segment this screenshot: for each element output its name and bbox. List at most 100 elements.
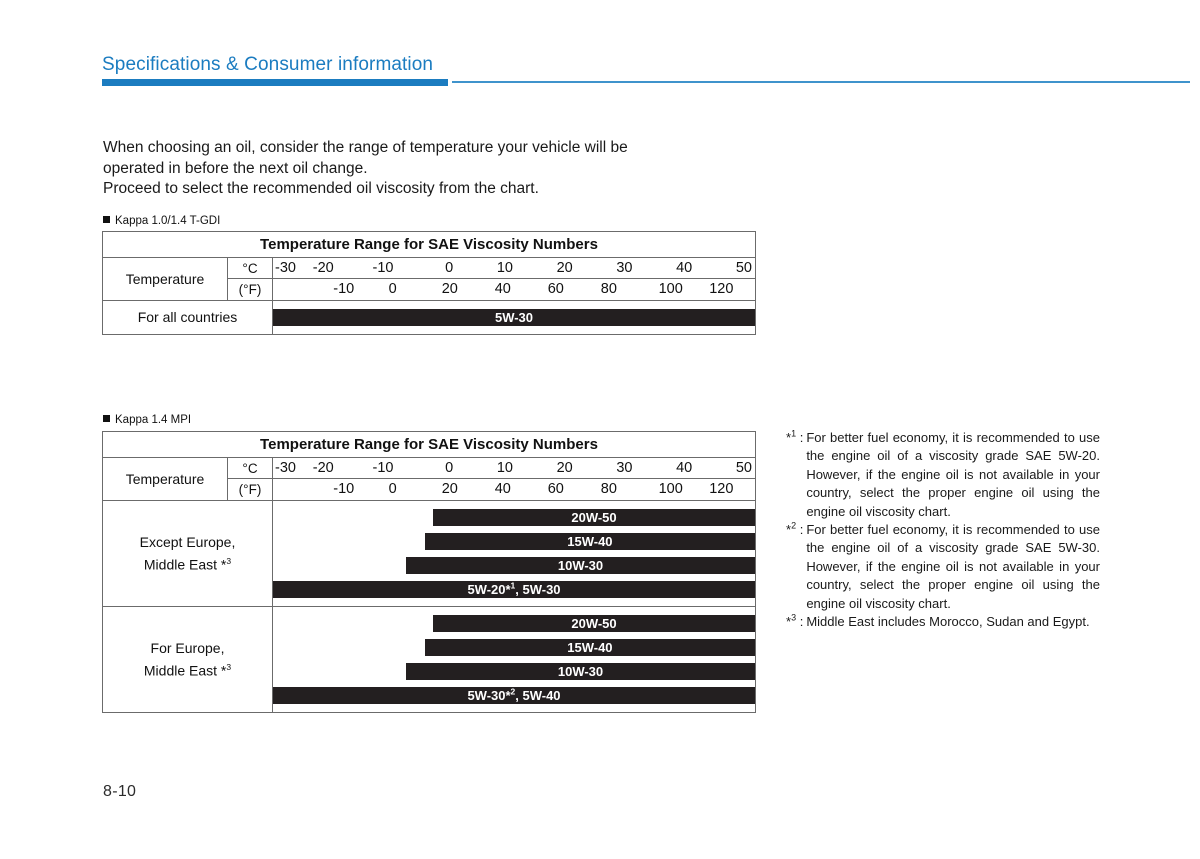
- section-caption-tgdi-label: Kappa 1.0/1.4 T-GDI: [115, 215, 221, 227]
- viscosity-table-tgdi: Temperature Range for SAE Viscosity Numb…: [102, 231, 756, 335]
- celsius-tick: -30: [275, 260, 296, 276]
- viscosity-band-chart: 20W-50 15W-40 10W-30 5W-20*1, 5W-30: [273, 501, 755, 606]
- viscosity-bar-label: 10W-30: [557, 558, 604, 573]
- footnote-item: *3 : Middle East includes Morocco, Sudan …: [786, 613, 1100, 631]
- viscosity-bar: 5W-30*2, 5W-40: [273, 687, 755, 704]
- intro-line-2: operated in before the next oil change.: [103, 159, 368, 177]
- footnote-item: *1 : For better fuel economy, it is recom…: [786, 429, 1100, 521]
- header-rule-thin: [452, 81, 1190, 83]
- viscosity-bar-label: 20W-50: [571, 616, 617, 631]
- viscosity-band-label-line: For all countries: [137, 309, 238, 325]
- celsius-tick: 30: [616, 460, 633, 476]
- footnote-text: Middle East includes Morocco, Sudan and …: [806, 614, 1090, 630]
- tick-columns: -30 -20 -10 0 10 20 30 40 50 -10 0 20 40 60 80 100 120: [273, 258, 755, 300]
- section-caption-mpi-label: Kappa 1.4 MPI: [115, 414, 192, 426]
- viscosity-bar: 5W-30: [273, 309, 755, 326]
- viscosity-table-title: Temperature Range for SAE Viscosity Numb…: [103, 432, 755, 458]
- celsius-tick: 10: [496, 460, 513, 476]
- footnote-text: For better fuel economy, it is recommend…: [806, 522, 1100, 611]
- fahrenheit-tick: 80: [600, 281, 617, 297]
- unit-celsius: °C: [228, 258, 272, 279]
- viscosity-band-row: Except Europe, Middle East *3 20W-50 15W-40…: [103, 501, 755, 606]
- celsius-tick-row: -30 -20 -10 0 10 20 30 40 50: [273, 458, 755, 479]
- celsius-tick: 10: [496, 260, 513, 276]
- celsius-tick: 0: [445, 260, 454, 276]
- celsius-tick: -10: [372, 460, 394, 476]
- footnotes-list: *1 : For better fuel economy, it is recom…: [786, 429, 1100, 631]
- celsius-tick: 30: [616, 260, 633, 276]
- header-rule-thick: [102, 79, 448, 86]
- footnote-item: *2 : For better fuel economy, it is recom…: [786, 521, 1100, 613]
- fahrenheit-tick: 120: [709, 281, 734, 297]
- temperature-scale-row: Temperature °C (°F) -30 -20 -10 0 10 20 30 40 50…: [103, 258, 755, 301]
- footnote-marker: *3 :: [786, 612, 804, 630]
- header-rule: [102, 79, 1190, 87]
- viscosity-band-label-line: For Europe,: [150, 639, 225, 656]
- fahrenheit-tick: 100: [658, 281, 683, 297]
- fahrenheit-tick: 40: [494, 481, 511, 497]
- temperature-scale-row: Temperature °C (°F) -30 -20 -10 0 10 20 30 40 50…: [103, 458, 755, 501]
- celsius-tick: 40: [676, 260, 693, 276]
- unit-column: °C (°F): [228, 258, 273, 300]
- fahrenheit-tick: 80: [600, 481, 617, 497]
- viscosity-bar: 15W-40: [424, 639, 755, 656]
- viscosity-bar-label: 5W-30: [494, 310, 534, 325]
- fahrenheit-tick: -10: [333, 481, 355, 497]
- viscosity-bands-tgdi: For all countries 5W-30: [103, 301, 755, 334]
- viscosity-bar-label: 20W-50: [571, 510, 617, 525]
- fahrenheit-tick-row: -10 0 20 40 60 80 100 120: [273, 279, 755, 300]
- fahrenheit-tick: 60: [547, 281, 564, 297]
- viscosity-band-chart: 20W-50 15W-40 10W-30 5W-30*2, 5W-40: [273, 607, 755, 712]
- unit-fahrenheit: (°F): [238, 482, 262, 497]
- celsius-tick: 20: [556, 260, 573, 276]
- viscosity-band-label: For Europe, Middle East *3: [103, 607, 273, 712]
- celsius-tick: -20: [312, 460, 334, 476]
- unit-column: °C (°F): [228, 458, 273, 500]
- fahrenheit-tick: 40: [494, 281, 511, 297]
- celsius-tick: 50: [735, 460, 752, 476]
- page-number: 8-10: [103, 783, 137, 800]
- viscosity-band-label: Except Europe, Middle East *3: [103, 501, 273, 606]
- fahrenheit-tick: -10: [333, 281, 355, 297]
- intro-line-3: Proceed to select the recommended oil vi…: [103, 180, 539, 197]
- viscosity-bands-mpi: Except Europe, Middle East *3 20W-50 15W-40…: [103, 501, 755, 712]
- fahrenheit-tick: 0: [388, 481, 397, 497]
- fahrenheit-tick: 120: [709, 481, 734, 497]
- viscosity-bar-label: 5W-20*1, 5W-30: [467, 580, 561, 597]
- fahrenheit-tick: 0: [388, 281, 397, 297]
- celsius-tick: -10: [372, 260, 394, 276]
- viscosity-bar: 5W-20*1, 5W-30: [273, 581, 755, 598]
- page-title: Specifications & Consumer information: [102, 54, 434, 75]
- celsius-tick: -30: [275, 460, 296, 476]
- bullet-square-icon: [103, 415, 110, 422]
- section-caption-mpi: Kappa 1.4 MPI: [103, 413, 191, 427]
- viscosity-bar: 10W-30: [406, 663, 755, 680]
- intro-line-1: When choosing an oil, consider the range…: [103, 139, 628, 156]
- viscosity-bar: 10W-30: [406, 557, 755, 574]
- viscosity-bar: 20W-50: [433, 615, 755, 632]
- viscosity-bar: 20W-50: [433, 509, 755, 526]
- viscosity-table-mpi: Temperature Range for SAE Viscosity Numb…: [102, 431, 756, 713]
- viscosity-band-row: For all countries 5W-30: [103, 301, 755, 334]
- section-caption-tgdi: Kappa 1.0/1.4 T-GDI: [103, 214, 220, 228]
- celsius-tick: 0: [445, 460, 454, 476]
- viscosity-table-title: Temperature Range for SAE Viscosity Numb…: [103, 232, 755, 258]
- fahrenheit-tick: 100: [658, 481, 683, 497]
- celsius-tick: 20: [556, 460, 573, 476]
- footnote-marker: *2 :: [786, 520, 804, 538]
- fahrenheit-tick: 60: [547, 481, 564, 497]
- tick-columns: -30 -20 -10 0 10 20 30 40 50 -10 0 20 40 60 80 100 120: [273, 458, 755, 500]
- fahrenheit-tick: 20: [441, 481, 458, 497]
- unit-celsius: °C: [228, 458, 272, 479]
- celsius-tick: -20: [312, 260, 334, 276]
- celsius-tick: 50: [735, 260, 752, 276]
- temperature-label: Temperature: [103, 458, 228, 500]
- viscosity-band-chart: 5W-30: [273, 301, 755, 334]
- viscosity-band-label-line: Middle East *3: [143, 661, 232, 679]
- viscosity-band-label-line: Middle East *3: [143, 555, 232, 573]
- intro-paragraph: When choosing an oil, consider the range…: [103, 138, 803, 200]
- page-header: Specifications & Consumer information: [102, 52, 1192, 90]
- unit-fahrenheit: (°F): [238, 282, 262, 297]
- temperature-label: Temperature: [103, 258, 228, 300]
- viscosity-bar: 15W-40: [424, 533, 755, 550]
